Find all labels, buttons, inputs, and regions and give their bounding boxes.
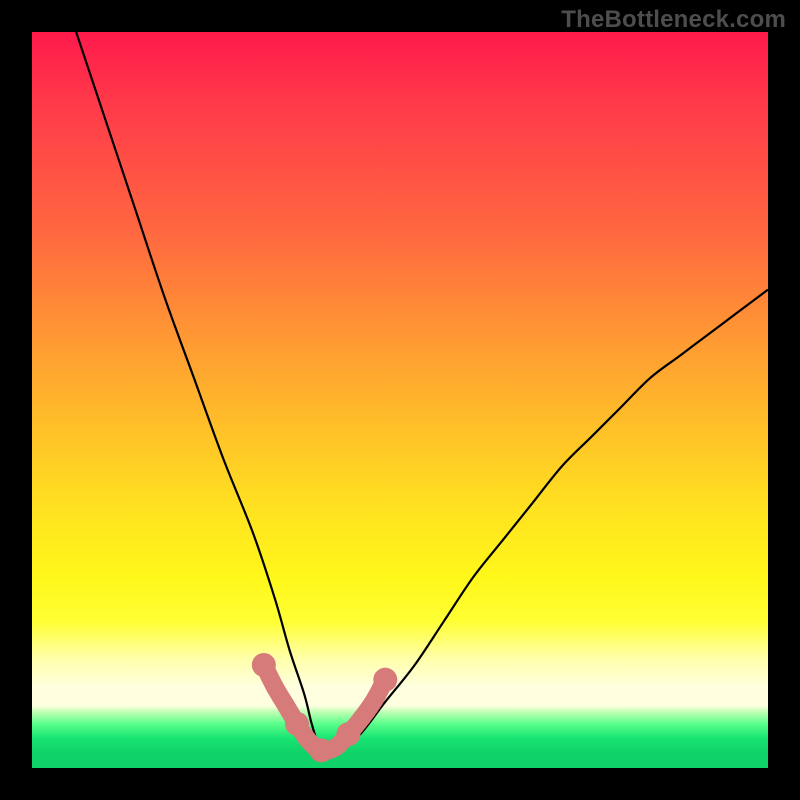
chart-svg [32,32,768,768]
watermark-text: TheBottleneck.com [561,6,786,34]
plot-area [32,32,768,768]
chart-frame: TheBottleneck.com [0,0,800,800]
markers-pink [252,653,397,762]
pink-marker [336,722,360,746]
pink-marker [266,678,284,696]
pink-marker [252,653,276,677]
pink-marker [373,668,397,692]
pink-marker [365,691,383,709]
pink-marker [277,696,295,714]
pink-marker [353,709,371,727]
curve-black [76,32,768,754]
